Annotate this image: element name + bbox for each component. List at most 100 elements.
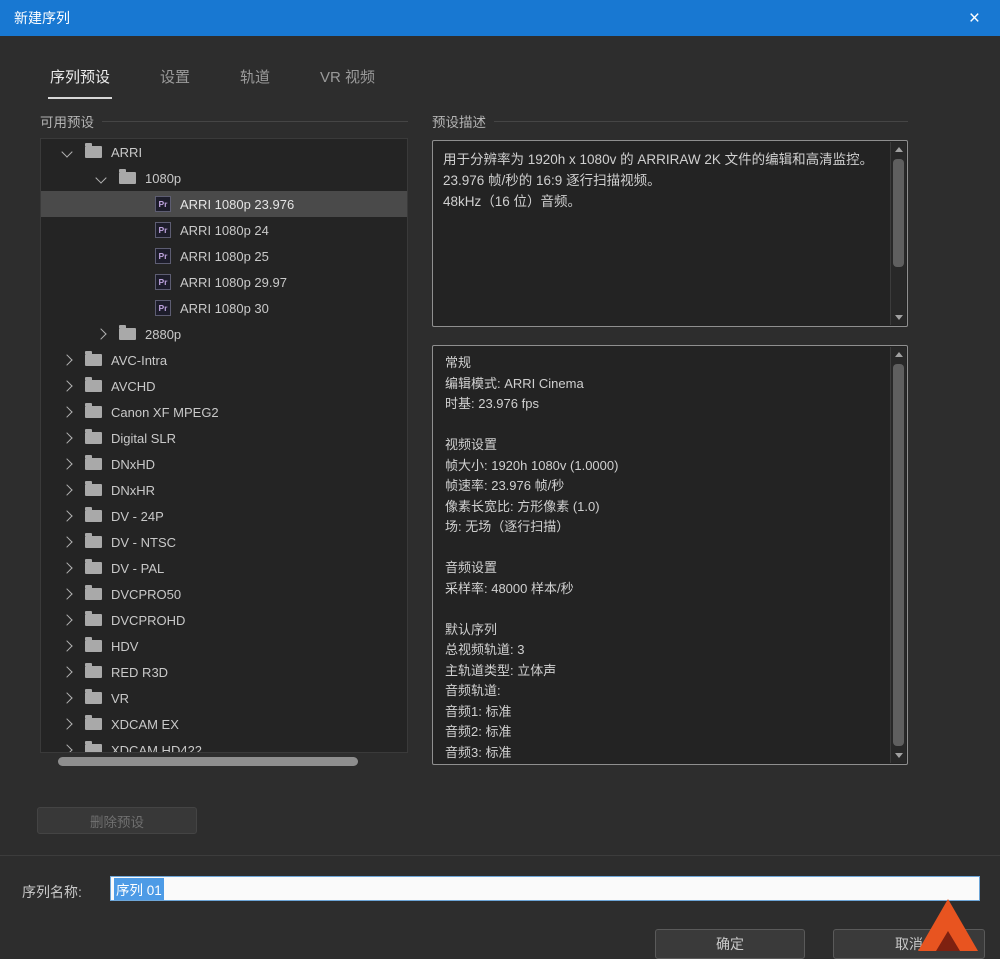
tree-item-label: DVCPROHD xyxy=(111,612,186,628)
chevron-right-icon[interactable] xyxy=(61,484,73,496)
scroll-down-icon[interactable] xyxy=(891,748,906,763)
chevron-right-icon[interactable] xyxy=(61,666,73,678)
tree-item-label: DNxHD xyxy=(111,456,156,472)
chevron-right-icon[interactable] xyxy=(61,588,73,600)
tree-folder-row[interactable]: DNxHD xyxy=(41,451,407,477)
detail-line: 总视频轨道: 3 xyxy=(445,642,525,657)
scrollbar-thumb[interactable] xyxy=(893,364,904,746)
available-presets-header: 可用预设 xyxy=(40,112,408,130)
tree-preset-row[interactable]: Pr ARRI 1080p 25 xyxy=(41,243,407,269)
folder-icon xyxy=(85,715,102,730)
tree-folder-row[interactable]: 1080p xyxy=(41,165,407,191)
tab-bar: 序列预设 设置 轨道 VR 视频 xyxy=(48,66,377,99)
tree-folder-row[interactable]: DVCPROHD xyxy=(41,607,407,633)
tree-folder-row[interactable]: Canon XF MPEG2 xyxy=(41,399,407,425)
folder-icon xyxy=(85,351,102,366)
tab-tracks[interactable]: 轨道 xyxy=(238,66,272,99)
chevron-right-icon[interactable] xyxy=(61,406,73,418)
premiere-preset-icon: Pr xyxy=(155,196,171,212)
chevron-right-icon[interactable] xyxy=(61,640,73,652)
chevron-right-icon[interactable] xyxy=(61,458,73,470)
tree-item-label: Digital SLR xyxy=(111,430,177,446)
details-scrollbar[interactable] xyxy=(890,347,906,763)
tab-sequence-presets[interactable]: 序列预设 xyxy=(48,66,113,99)
tree-horizontal-scrollbar[interactable] xyxy=(40,756,408,767)
scrollbar-thumb[interactable] xyxy=(893,159,904,267)
tree-folder-row[interactable]: ARRI xyxy=(41,139,407,165)
tree-folder-row[interactable]: Digital SLR xyxy=(41,425,407,451)
header-rule xyxy=(494,120,908,122)
tree-folder-row[interactable]: RED R3D xyxy=(41,659,407,685)
chevron-right-icon[interactable] xyxy=(61,432,73,444)
detail-line: 音频设置 xyxy=(445,560,498,575)
tree-folder-row[interactable]: HDV xyxy=(41,633,407,659)
tree-preset-row[interactable]: Pr ARRI 1080p 29.97 xyxy=(41,269,407,295)
chevron-right-icon[interactable] xyxy=(61,562,73,574)
scroll-up-icon[interactable] xyxy=(891,347,906,362)
chevron-right-icon[interactable] xyxy=(61,380,73,392)
tree-item-label: DV - PAL xyxy=(111,560,165,576)
chevron-down-icon[interactable] xyxy=(95,172,107,184)
folder-icon xyxy=(85,637,102,652)
tree-folder-row[interactable]: AVC-Intra xyxy=(41,347,407,373)
sequence-name-label: 序列名称: xyxy=(22,884,82,900)
tree-item-label: XDCAM EX xyxy=(111,716,179,732)
close-icon[interactable]: × xyxy=(963,9,986,28)
tree-folder-row[interactable]: 2880p xyxy=(41,321,407,347)
detail-line: 场: 无场（逐行扫描） xyxy=(445,519,570,534)
tree-folder-row[interactable]: DV - PAL xyxy=(41,555,407,581)
chevron-right-icon[interactable] xyxy=(61,692,73,704)
tree-folder-row[interactable]: XDCAM HD422 xyxy=(41,737,407,752)
preset-description-title: 预设描述 xyxy=(432,115,486,130)
brand-triangle-notch xyxy=(936,931,960,951)
tree-folder-row[interactable]: DVCPRO50 xyxy=(41,581,407,607)
sequence-name-input[interactable]: 序列 01 xyxy=(110,876,980,901)
window-title: 新建序列 xyxy=(14,10,70,26)
tree-item-label: ARRI 1080p 30 xyxy=(180,300,269,316)
tree-folder-row[interactable]: DV - NTSC xyxy=(41,529,407,555)
tree-folder-row[interactable]: DV - 24P xyxy=(41,503,407,529)
chevron-right-icon[interactable] xyxy=(61,536,73,548)
detail-line: 采样率: 48000 样本/秒 xyxy=(445,580,574,596)
tree-item-label: DNxHR xyxy=(111,482,156,498)
detail-line: 时基: 23.976 fps xyxy=(445,396,539,411)
folder-icon xyxy=(85,143,102,158)
titlebar: 新建序列 × xyxy=(0,0,1000,36)
tree-item-label: HDV xyxy=(111,638,139,654)
detail-line: 常规 xyxy=(445,355,472,370)
tree-preset-row[interactable]: Pr ARRI 1080p 24 xyxy=(41,217,407,243)
chevron-right-icon[interactable] xyxy=(61,354,73,366)
tree-folder-row[interactable]: DNxHR xyxy=(41,477,407,503)
tree-folder-row[interactable]: VR xyxy=(41,685,407,711)
scroll-down-icon[interactable] xyxy=(891,310,906,325)
detail-line xyxy=(445,599,881,620)
tree-folder-row[interactable]: XDCAM EX xyxy=(41,711,407,737)
folder-icon xyxy=(85,585,102,600)
horizontal-scrollbar-thumb[interactable] xyxy=(58,757,358,766)
tree-preset-row[interactable]: Pr ARRI 1080p 23.976 xyxy=(41,191,407,217)
detail-line: 帧大小: 1920h 1080v (1.0000) xyxy=(445,457,619,473)
tab-vr-video[interactable]: VR 视频 xyxy=(318,66,377,99)
delete-preset-button[interactable]: 删除预设 xyxy=(37,807,197,834)
chevron-right-icon[interactable] xyxy=(61,718,73,730)
tree-preset-row[interactable]: Pr ARRI 1080p 30 xyxy=(41,295,407,321)
chevron-right-icon[interactable] xyxy=(61,744,73,752)
chevron-right-icon[interactable] xyxy=(61,510,73,522)
detail-line: 默认序列 xyxy=(445,621,498,637)
tab-settings[interactable]: 设置 xyxy=(158,66,192,99)
footer-divider xyxy=(0,855,1000,856)
summary-scrollbar[interactable] xyxy=(890,142,906,325)
tree-item-label: Canon XF MPEG2 xyxy=(111,404,219,420)
preset-details-box: 常规 编辑模式: ARRI Cinema 时基: 23.976 fps 视频设置 帧大… xyxy=(432,345,908,765)
scroll-up-icon[interactable] xyxy=(891,142,906,157)
tree-item-label: DVCPRO50 xyxy=(111,586,182,602)
detail-line: 编辑模式: ARRI Cinema xyxy=(445,375,584,391)
folder-icon xyxy=(85,429,102,444)
folder-icon xyxy=(85,507,102,522)
ok-button[interactable]: 确定 xyxy=(655,929,805,959)
chevron-right-icon[interactable] xyxy=(95,328,107,340)
chevron-right-icon[interactable] xyxy=(61,614,73,626)
folder-icon xyxy=(85,455,102,470)
tree-folder-row[interactable]: AVCHD xyxy=(41,373,407,399)
chevron-down-icon[interactable] xyxy=(61,146,73,158)
